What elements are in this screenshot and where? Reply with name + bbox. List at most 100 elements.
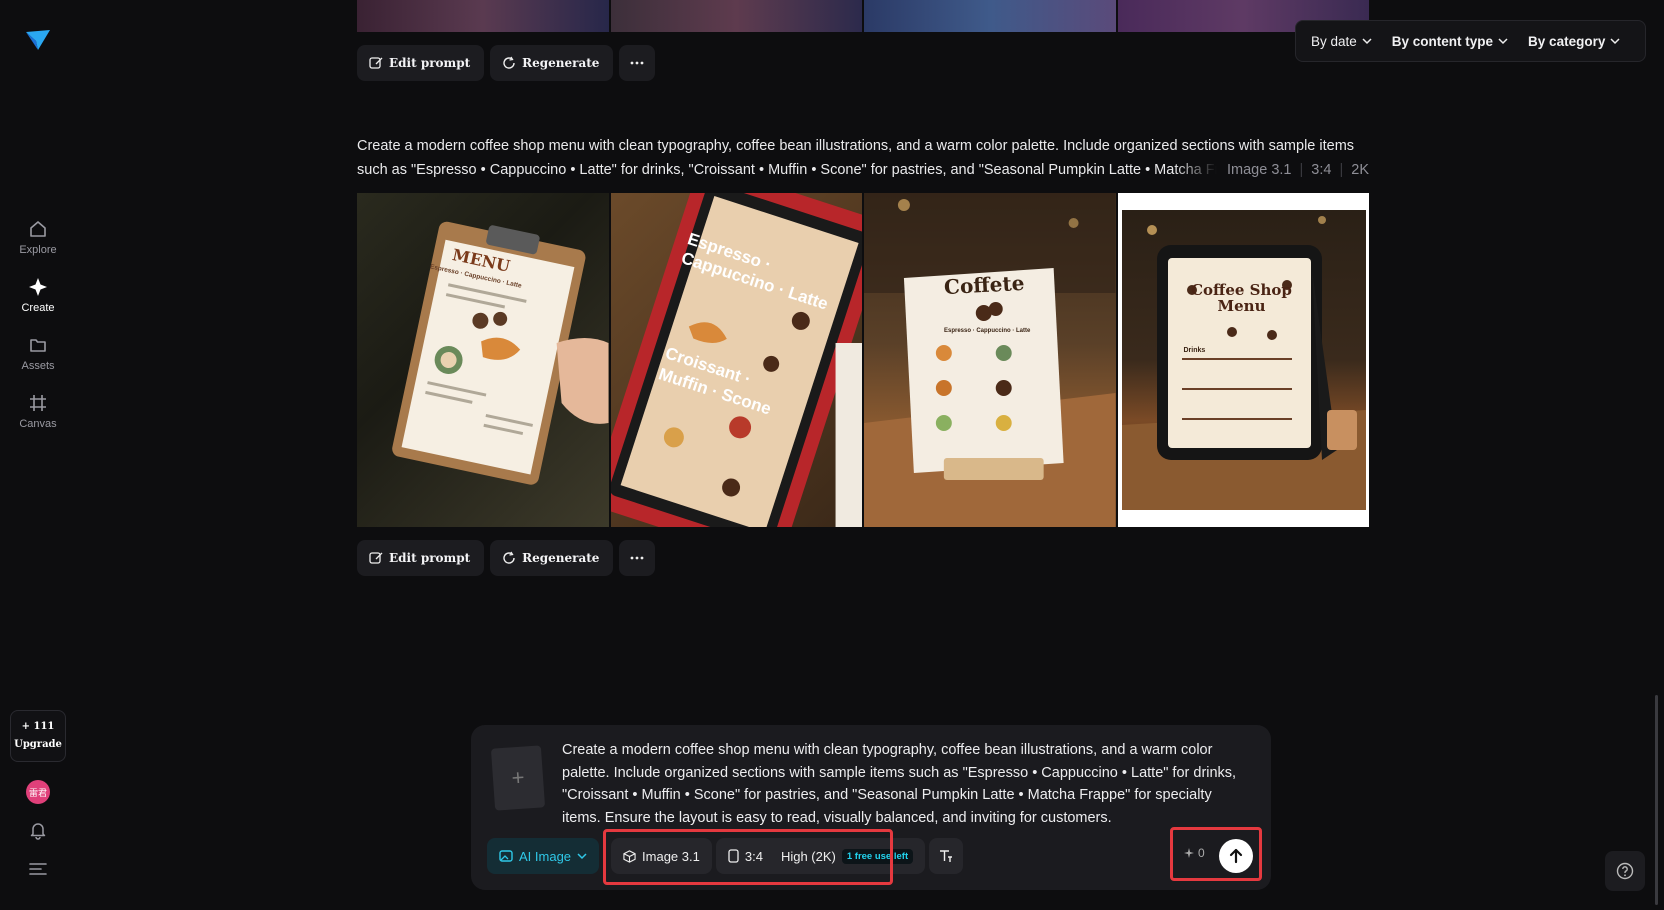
regenerate-button[interactable]: Regenerate bbox=[490, 540, 614, 576]
filter-by-date[interactable]: By date bbox=[1306, 34, 1377, 49]
prompt-input[interactable]: Create a modern coffee shop menu with cl… bbox=[562, 739, 1242, 829]
regenerate-label: Regenerate bbox=[522, 551, 600, 565]
text-style-button[interactable] bbox=[929, 838, 964, 874]
previous-image[interactable] bbox=[864, 0, 1116, 32]
chevron-down-icon bbox=[1498, 38, 1508, 45]
previous-actions: Edit prompt Regenerate bbox=[357, 45, 656, 81]
upgrade-button[interactable]: + 111 Upgrade bbox=[10, 710, 66, 762]
add-reference-image-button[interactable]: + bbox=[490, 745, 546, 811]
more-icon bbox=[631, 61, 644, 65]
table-tent-illustration bbox=[864, 193, 1116, 527]
generated-image-1[interactable]: MENU Espresso · Cappuccino · Latte bbox=[357, 193, 609, 527]
filter-by-content-type[interactable]: By content type bbox=[1387, 34, 1513, 49]
image-icon bbox=[499, 850, 513, 862]
generated-images: MENU Espresso · Cappuccino · Latte Espre… bbox=[357, 193, 1369, 527]
model-selector[interactable]: Image 3.1 bbox=[611, 838, 712, 874]
tablet-stand-illustration bbox=[1121, 216, 1366, 510]
bell-icon[interactable] bbox=[28, 820, 48, 840]
sidebar: Explore Create Assets Canvas + 111 Upgra… bbox=[0, 0, 76, 910]
edit-icon bbox=[369, 57, 383, 69]
sparkle-icon bbox=[1184, 848, 1194, 858]
filter-label: By date bbox=[1311, 33, 1357, 49]
meta-resolution: 2K bbox=[1351, 162, 1369, 178]
sidebar-item-canvas[interactable]: Canvas bbox=[8, 392, 68, 442]
meta-model: Image 3.1 bbox=[1227, 162, 1292, 178]
mode-label: AI Image bbox=[519, 848, 572, 864]
scrollbar[interactable] bbox=[1655, 695, 1658, 905]
chevron-down-icon bbox=[1362, 38, 1372, 45]
refresh-icon bbox=[503, 551, 515, 564]
prompt-line-2-row: such as "Espresso • Cappuccino • Latte" … bbox=[357, 158, 1369, 182]
filter-by-category[interactable]: By category bbox=[1523, 34, 1625, 49]
sidebar-item-label: Canvas bbox=[19, 418, 57, 430]
edit-icon bbox=[369, 552, 383, 564]
image-4-caption: Drinks bbox=[1183, 347, 1206, 354]
sidebar-item-label: Create bbox=[21, 302, 55, 314]
upgrade-credits: + 111 bbox=[21, 721, 55, 732]
sidebar-item-explore[interactable]: Explore bbox=[8, 218, 68, 268]
filter-label: By category bbox=[1528, 33, 1606, 49]
previous-image[interactable] bbox=[610, 0, 862, 32]
upgrade-label: Upgrade bbox=[14, 739, 62, 750]
folder-icon bbox=[27, 334, 49, 356]
menu-icon[interactable] bbox=[29, 862, 47, 876]
generation-meta: Image 3.1 | 3:4 | 2K bbox=[1217, 158, 1369, 182]
generation-actions: Edit prompt Regenerate bbox=[357, 540, 656, 576]
canvas-icon bbox=[27, 392, 49, 414]
chevron-down-icon bbox=[577, 853, 587, 860]
filter-bar: By date By content type By category bbox=[1295, 20, 1646, 62]
edit-prompt-button[interactable]: Edit prompt bbox=[357, 540, 485, 576]
chevron-down-icon bbox=[1610, 38, 1620, 45]
model-label: Image 3.1 bbox=[642, 848, 700, 864]
prompt-line-1: Create a modern coffee shop menu with cl… bbox=[357, 138, 1355, 154]
sidebar-item-label: Explore bbox=[19, 244, 57, 256]
regenerate-label: Regenerate bbox=[522, 56, 600, 70]
aspect-ratio-icon bbox=[728, 849, 739, 863]
credit-value: 0 bbox=[1198, 846, 1205, 860]
settings-selector[interactable]: 3:4 High (2K) 1 free use left bbox=[715, 838, 926, 874]
arrow-up-icon bbox=[1229, 848, 1243, 864]
credit-cost: 0 bbox=[1184, 846, 1205, 860]
previous-images-strip bbox=[357, 0, 1369, 32]
sidebar-item-create[interactable]: Create bbox=[8, 276, 68, 326]
ratio-label: 3:4 bbox=[744, 848, 763, 864]
avatar[interactable]: 雷君 bbox=[26, 780, 50, 804]
clipboard-menu-illustration bbox=[392, 221, 609, 485]
filter-label: By content type bbox=[1391, 33, 1494, 49]
regenerate-button[interactable]: Regenerate bbox=[490, 45, 614, 81]
edit-prompt-button[interactable]: Edit prompt bbox=[357, 45, 485, 81]
image-3-caption: Espresso · Cappuccino · Latte bbox=[944, 328, 1031, 334]
refresh-icon bbox=[503, 56, 515, 69]
sparkle-icon bbox=[27, 276, 49, 298]
image-4-title: Coffee Shop Menu bbox=[1191, 281, 1292, 315]
edit-prompt-label: Edit prompt bbox=[389, 551, 471, 565]
prompt-composer: + Create a modern coffee shop menu with … bbox=[471, 725, 1271, 890]
app-page: Explore Create Assets Canvas + 111 Upgra… bbox=[0, 0, 1664, 910]
meta-ratio: 3:4 bbox=[1311, 162, 1332, 178]
sidebar-item-label: Assets bbox=[21, 360, 55, 372]
generated-image-3[interactable]: Coffete Espresso · Cappuccino · Latte bbox=[864, 193, 1116, 527]
help-button[interactable] bbox=[1605, 851, 1645, 891]
text-format-icon bbox=[940, 850, 953, 862]
plus-icon: + bbox=[510, 764, 526, 791]
more-options-button[interactable] bbox=[619, 540, 656, 576]
generated-image-2[interactable]: Espresso · Cappuccino · Latte Croissant … bbox=[610, 193, 862, 527]
meta-separator: | bbox=[1339, 162, 1344, 178]
sidebar-item-assets[interactable]: Assets bbox=[8, 334, 68, 384]
more-icon bbox=[631, 556, 644, 560]
send-button[interactable] bbox=[1219, 839, 1253, 873]
home-icon bbox=[27, 218, 49, 240]
generated-image-4[interactable]: Coffee Shop Menu Drinks bbox=[1117, 193, 1369, 527]
logo-icon[interactable] bbox=[24, 26, 52, 54]
cube-icon bbox=[623, 849, 636, 863]
composer-toolbar: AI Image Image 3.1 3:4 High (2K) 1 free … bbox=[487, 838, 964, 874]
meta-separator: | bbox=[1299, 162, 1304, 178]
generation-prompt: Create a modern coffee shop menu with cl… bbox=[357, 134, 1369, 182]
help-icon bbox=[1616, 862, 1634, 880]
prompt-line-2: such as "Espresso • Cappuccino • Latte" … bbox=[357, 162, 1217, 178]
image-3-title: Coffete bbox=[943, 270, 1025, 300]
more-options-button[interactable] bbox=[619, 45, 656, 81]
mode-selector[interactable]: AI Image bbox=[487, 838, 600, 874]
quality-label: High (2K) bbox=[780, 848, 836, 864]
previous-image[interactable] bbox=[357, 0, 609, 32]
